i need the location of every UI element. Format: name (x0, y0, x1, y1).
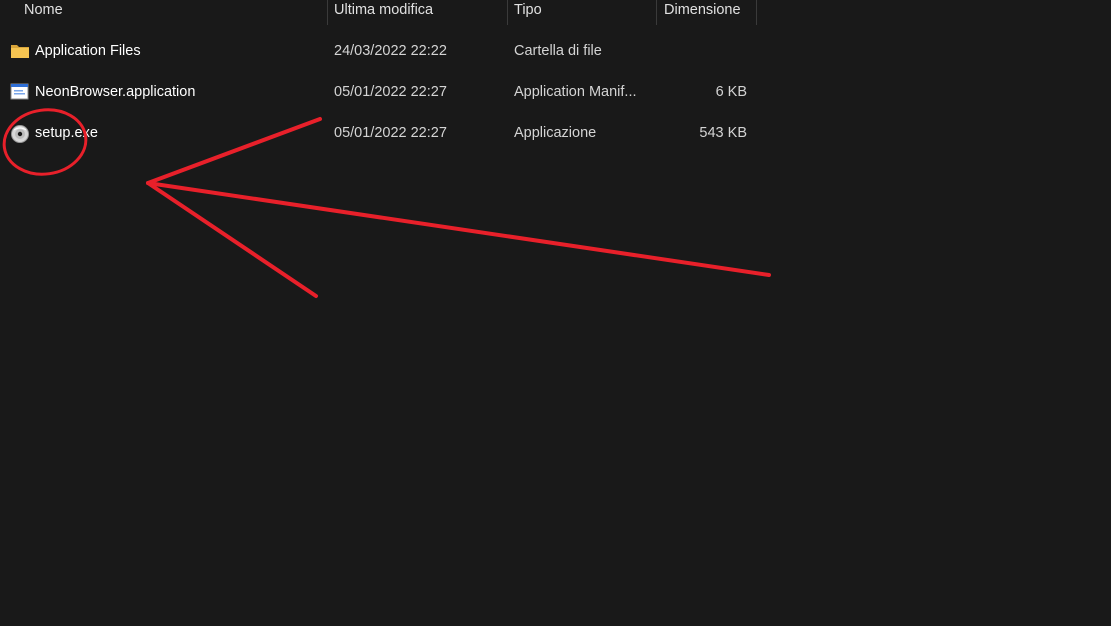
column-header-type-label: Tipo (514, 2, 542, 18)
column-header-date[interactable]: Ultima modifica (327, 0, 508, 25)
column-header-type[interactable]: Tipo (507, 0, 657, 25)
column-header-row: Nome Ultima modifica Tipo Dimensione (0, 0, 760, 25)
file-size (657, 31, 747, 72)
application-manifest-icon (10, 83, 32, 103)
column-header-size-label: Dimensione (664, 2, 741, 18)
column-header-name-label: Nome (24, 2, 63, 18)
file-row-setup-exe[interactable]: setup.exe 05/01/2022 22:27 Applicazione … (0, 113, 760, 154)
file-date: 05/01/2022 22:27 (334, 84, 447, 100)
file-row-application-files[interactable]: Application Files 24/03/2022 22:22 Carte… (0, 31, 760, 72)
file-explorer: Nome Ultima modifica Tipo Dimensione App… (0, 0, 1111, 626)
setup-disc-icon (10, 124, 32, 144)
file-size: 543 KB (699, 125, 747, 141)
file-type: Application Manif... (514, 84, 637, 100)
file-date: 24/03/2022 22:22 (334, 43, 447, 59)
file-name: Application Files (35, 43, 141, 59)
arrow-shaft (146, 181, 771, 277)
file-row-neonbrowser-application[interactable]: NeonBrowser.application 05/01/2022 22:27… (0, 72, 760, 113)
column-header-size[interactable]: Dimensione (657, 0, 757, 25)
column-divider[interactable] (756, 0, 757, 25)
file-name: setup.exe (35, 125, 98, 141)
column-header-date-label: Ultima modifica (334, 2, 434, 18)
file-size: 6 KB (715, 84, 747, 100)
file-type: Cartella di file (514, 43, 602, 59)
folder-icon (10, 42, 32, 62)
file-name: NeonBrowser.application (35, 84, 196, 100)
file-type: Applicazione (514, 125, 597, 141)
file-date: 05/01/2022 22:27 (334, 125, 447, 141)
column-header-name[interactable]: Nome (17, 0, 328, 25)
